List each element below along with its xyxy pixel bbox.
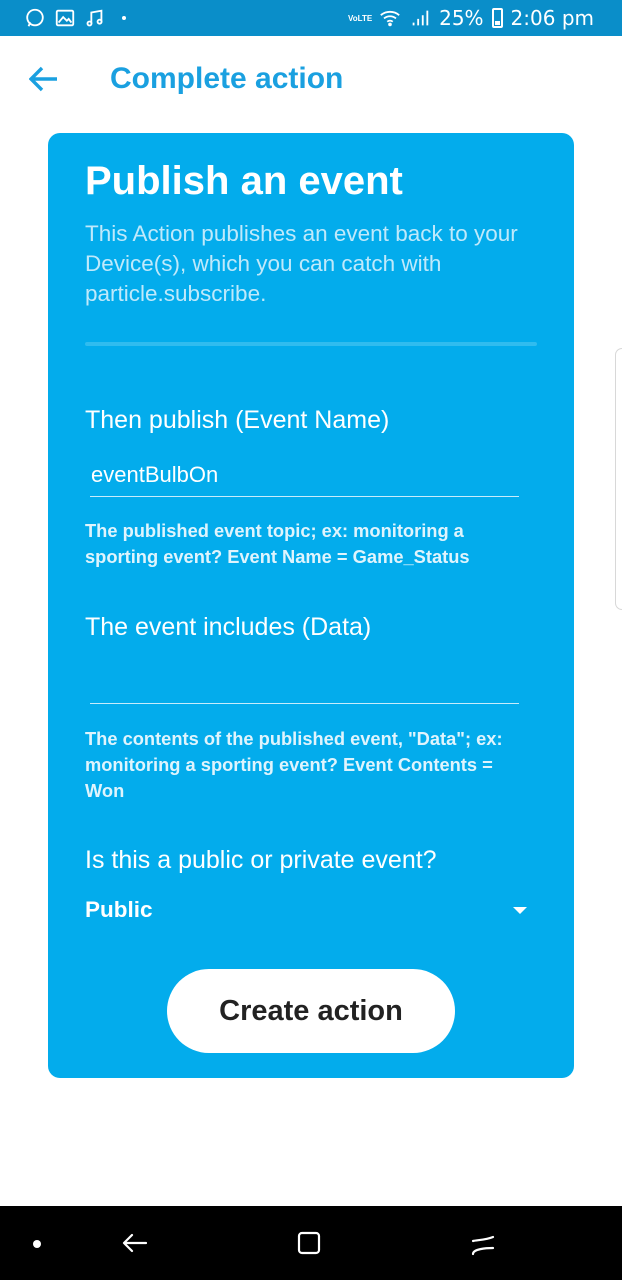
visibility-selected-value: Public bbox=[85, 897, 153, 922]
clock: 2:06 pm bbox=[510, 6, 594, 30]
battery-percentage: 25% bbox=[439, 6, 484, 30]
event-data-help: The contents of the published event, "Da… bbox=[85, 728, 503, 801]
network-label: VoLTE bbox=[348, 13, 373, 23]
event-name-input[interactable] bbox=[90, 459, 519, 497]
visibility-select[interactable]: Public bbox=[85, 895, 537, 925]
nav-recents-button[interactable] bbox=[466, 1228, 500, 1258]
caret-down-icon bbox=[513, 906, 527, 914]
status-bar-left bbox=[24, 7, 126, 29]
card-description: This Action publishes an event back to y… bbox=[85, 221, 518, 306]
event-data-input[interactable] bbox=[90, 666, 519, 704]
visibility-label: Is this a public or private event? bbox=[85, 846, 437, 874]
page-title: Complete action bbox=[110, 62, 344, 95]
wifi-icon bbox=[379, 7, 401, 29]
edge-panel-handle[interactable] bbox=[615, 348, 622, 610]
create-action-button[interactable]: Create action bbox=[167, 969, 455, 1053]
back-button[interactable] bbox=[26, 64, 62, 94]
home-nav-icon bbox=[297, 1231, 321, 1255]
nav-back-button[interactable] bbox=[118, 1228, 152, 1258]
notification-dot-icon bbox=[122, 16, 126, 20]
card-title: Publish an event bbox=[85, 159, 403, 203]
back-nav-icon bbox=[122, 1233, 148, 1253]
music-icon bbox=[84, 7, 106, 29]
battery-icon bbox=[491, 8, 503, 28]
event-name-label: Then publish (Event Name) bbox=[85, 406, 390, 434]
arrow-left-icon bbox=[29, 66, 57, 92]
event-data-label: The event includes (Data) bbox=[85, 613, 372, 641]
event-name-help: The published event topic; ex: monitorin… bbox=[85, 520, 470, 567]
action-card: Publish an event This Action publishes a… bbox=[48, 133, 574, 1078]
nav-home-button[interactable] bbox=[292, 1228, 326, 1258]
app-header: Complete action bbox=[0, 36, 622, 124]
dot-icon[interactable] bbox=[33, 1240, 41, 1248]
gallery-icon bbox=[54, 7, 76, 29]
divider bbox=[85, 342, 537, 346]
status-bar-right: VoLTE 25% 2:06 pm bbox=[348, 6, 594, 30]
system-nav-bar bbox=[0, 1206, 622, 1280]
signal-icon bbox=[409, 7, 431, 29]
volte-icon: VoLTE bbox=[348, 7, 373, 29]
recents-nav-icon bbox=[471, 1235, 495, 1256]
whatsapp-icon bbox=[24, 7, 46, 29]
status-bar: VoLTE 25% 2:06 pm bbox=[0, 0, 622, 36]
